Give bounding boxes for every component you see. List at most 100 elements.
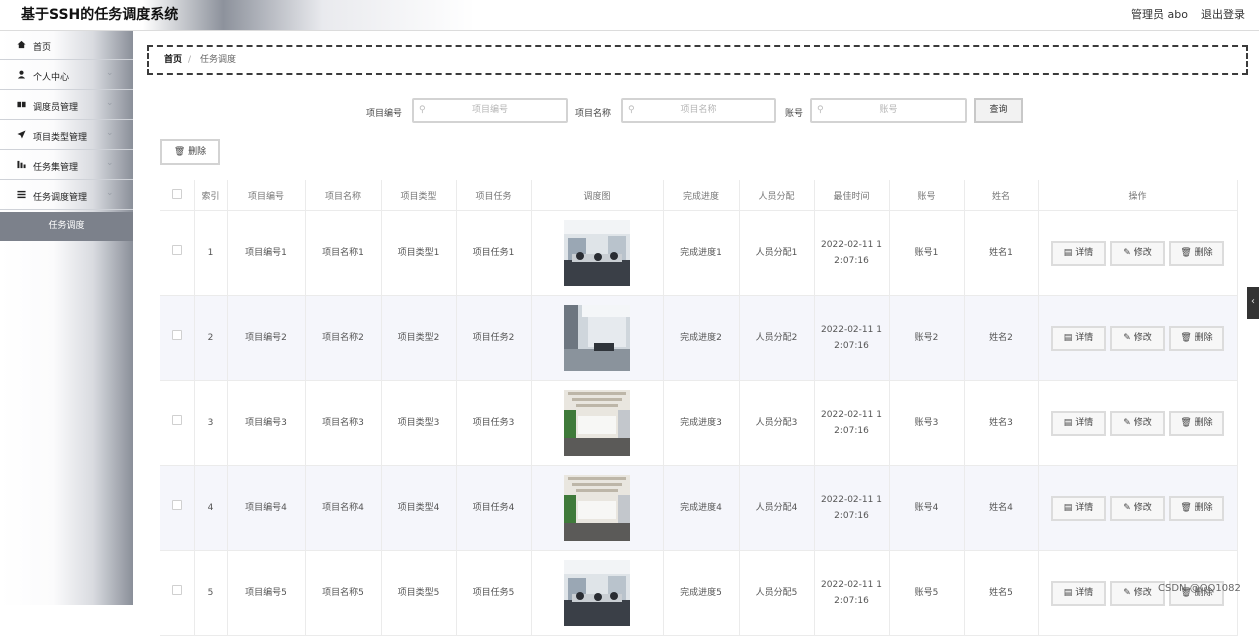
batch-delete-label: 删除 — [188, 147, 207, 157]
logout-link[interactable]: 退出登录 — [1201, 6, 1245, 22]
search-button[interactable]: 查询 — [974, 98, 1023, 123]
sidebar-item-label: 任务调度管理 — [33, 193, 88, 203]
row-select-cell[interactable] — [160, 550, 195, 636]
row-checkbox[interactable] — [171, 330, 182, 340]
cell-dispatch-image — [531, 380, 664, 466]
trash-icon: 🗑 — [1180, 247, 1192, 258]
row-select-cell[interactable] — [160, 380, 195, 466]
account-input[interactable]: ⚲ 账号 — [810, 98, 967, 123]
delete-label: 删除 — [1194, 417, 1213, 428]
detail-label: 详情 — [1075, 587, 1094, 598]
user-icon — [17, 70, 26, 79]
cell-project-name: 项目名称5 — [305, 550, 382, 636]
sidebar-item-home[interactable]: 首页 — [0, 31, 133, 60]
account-label: 账号 — [785, 109, 804, 119]
breadcrumb-home[interactable]: 首页 — [164, 47, 182, 73]
cell-person-name: 姓名5 — [964, 550, 1039, 636]
trash-icon: 🗑 — [1180, 417, 1192, 428]
sidebar-item-task-dispatch[interactable]: 任务调度管理 ⌄ — [0, 181, 133, 210]
document-icon: ▤ — [1063, 247, 1073, 258]
office-photo-thumbnail[interactable] — [564, 305, 630, 371]
detail-button[interactable]: ▤ 详情 — [1051, 495, 1106, 521]
detail-button[interactable]: ▤ 详情 — [1051, 580, 1106, 606]
sidebar-item-task-set[interactable]: 任务集管理 ⌄ — [0, 151, 133, 180]
delete-button[interactable]: 🗑 删除 — [1169, 325, 1224, 351]
sidebar-subitem-task-dispatch[interactable]: 任务调度 — [0, 212, 133, 241]
detail-button[interactable]: ▤ 详情 — [1051, 410, 1106, 436]
pencil-icon: ✎ — [1123, 587, 1131, 598]
sidebar-item-dispatcher[interactable]: 调度员管理 ⌄ — [0, 91, 133, 120]
row-checkbox[interactable] — [171, 415, 182, 425]
sidebar-item-label: 项目类型管理 — [33, 133, 88, 143]
cell-project-task: 项目任务5 — [456, 550, 532, 636]
table-row: 5 项目编号5 项目名称5 项目类型5 项目任务5 完成进度5 人员分配5 20… — [160, 550, 1238, 636]
office-photo-thumbnail[interactable] — [564, 560, 630, 626]
project-code-input[interactable]: ⚲ 项目编号 — [412, 98, 568, 123]
time-line-1: 2022-02-11 1 — [821, 325, 882, 335]
document-icon: ▤ — [1063, 587, 1073, 598]
edit-button[interactable]: ✎ 修改 — [1110, 495, 1165, 521]
cell-best-time: 2022-02-11 1 2:07:16 — [814, 550, 890, 636]
row-checkbox[interactable] — [171, 585, 182, 595]
cell-project-task: 项目任务4 — [456, 465, 532, 551]
batch-delete-button[interactable]: 🗑 删除 — [160, 139, 220, 165]
col-header: 索引 — [194, 180, 228, 211]
delete-button[interactable]: 🗑 删除 — [1169, 495, 1224, 521]
delete-label: 删除 — [1194, 502, 1213, 513]
col-header: 调度图 — [531, 180, 664, 211]
edit-button[interactable]: ✎ 修改 — [1110, 410, 1165, 436]
table-row: 3 项目编号3 项目名称3 项目类型3 项目任务3 完成进度3 人员分配3 20… — [160, 380, 1238, 466]
cell-account: 账号1 — [889, 210, 965, 296]
edit-button[interactable]: ✎ 修改 — [1110, 240, 1165, 266]
cell-project-name: 项目名称3 — [305, 380, 382, 466]
office-photo-thumbnail[interactable] — [564, 390, 630, 456]
cell-project-task: 项目任务1 — [456, 210, 532, 296]
table-row: 4 项目编号4 项目名称4 项目类型4 项目任务4 完成进度4 人员分配4 20… — [160, 465, 1238, 551]
delete-button[interactable]: 🗑 删除 — [1169, 410, 1224, 436]
table-row: 2 项目编号2 项目名称2 项目类型2 项目任务2 完成进度2 人员分配2 20… — [160, 295, 1238, 381]
row-checkbox[interactable] — [171, 500, 182, 510]
col-header: 项目类型 — [381, 180, 457, 211]
sidebar-item-project-type[interactable]: 项目类型管理 ⌄ — [0, 121, 133, 150]
select-all-cell[interactable] — [160, 180, 195, 211]
row-select-cell[interactable] — [160, 210, 195, 296]
pencil-icon: ✎ — [1123, 417, 1131, 428]
detail-button[interactable]: ▤ 详情 — [1051, 325, 1106, 351]
cell-account: 账号4 — [889, 465, 965, 551]
table-row: 1 项目编号1 项目名称1 项目类型1 项目任务1 完成进度1 人员分配1 20… — [160, 210, 1238, 296]
cell-progress: 完成进度2 — [663, 295, 740, 381]
sidebar-item-label: 个人中心 — [33, 73, 70, 83]
col-header: 项目名称 — [305, 180, 382, 211]
row-select-cell[interactable] — [160, 295, 195, 381]
cell-dispatch-image — [531, 550, 664, 636]
time-line-1: 2022-02-11 1 — [821, 410, 882, 420]
edit-button[interactable]: ✎ 修改 — [1110, 580, 1165, 606]
cell-person-name: 姓名3 — [964, 380, 1039, 466]
office-photo-thumbnail[interactable] — [564, 220, 630, 286]
delete-button[interactable]: 🗑 删除 — [1169, 240, 1224, 266]
chevron-left-icon: ‹ — [1251, 296, 1255, 307]
detail-button[interactable]: ▤ 详情 — [1051, 240, 1106, 266]
project-name-input[interactable]: ⚲ 项目名称 — [621, 98, 776, 123]
collapse-panel-toggle[interactable]: ‹ — [1247, 287, 1259, 319]
col-header: 账号 — [889, 180, 965, 211]
office-photo-thumbnail[interactable] — [564, 475, 630, 541]
sidebar-item-personal-center[interactable]: 个人中心 ⌄ — [0, 61, 133, 90]
table-header-row: 索引 项目编号 项目名称 项目类型 项目任务 调度图 完成进度 人员分配 最佳时… — [160, 180, 1238, 211]
cell-index: 2 — [194, 295, 228, 381]
cell-assignment: 人员分配1 — [739, 210, 815, 296]
cell-assignment: 人员分配3 — [739, 380, 815, 466]
time-line-2: 2:07:16 — [834, 511, 869, 521]
pencil-icon: ✎ — [1123, 502, 1131, 513]
send-icon — [17, 130, 26, 139]
select-all-checkbox[interactable] — [171, 188, 182, 199]
row-select-cell[interactable] — [160, 465, 195, 551]
list-icon — [17, 190, 26, 199]
edit-button[interactable]: ✎ 修改 — [1110, 325, 1165, 351]
col-header: 姓名 — [964, 180, 1039, 211]
cell-person-name: 姓名1 — [964, 210, 1039, 296]
cell-best-time: 2022-02-11 1 2:07:16 — [814, 465, 890, 551]
delete-label: 删除 — [1194, 332, 1213, 343]
cell-project-type: 项目类型4 — [381, 465, 457, 551]
row-checkbox[interactable] — [171, 245, 182, 255]
